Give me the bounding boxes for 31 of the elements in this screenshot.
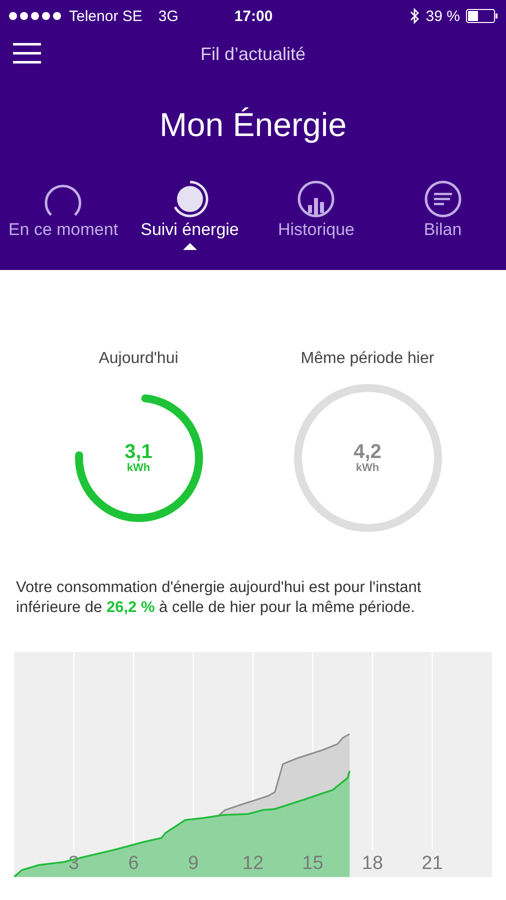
open-ring-icon: [44, 184, 82, 218]
tab[interactable]: En ce moment: [0, 180, 126, 250]
tab[interactable]: Suivi énergie: [126, 180, 253, 250]
nav-title[interactable]: Fil d’actualité: [200, 44, 306, 64]
axis-label: 18: [362, 853, 384, 876]
tab[interactable]: Historique: [253, 180, 380, 250]
bar-chart-icon: [297, 180, 336, 218]
bluetooth-icon: [410, 8, 420, 24]
tab[interactable]: Bilan: [380, 180, 506, 250]
network-type: 3G: [158, 8, 178, 24]
axis-label: 9: [188, 853, 199, 876]
axis-label: 21: [422, 853, 443, 876]
signal-icon: [9, 12, 63, 20]
gauge-unit: kWh: [356, 462, 380, 474]
gauge-unit: kWh: [126, 462, 150, 474]
battery-percent: 39 %: [426, 8, 460, 24]
gauge-value: 3,1: [124, 442, 152, 462]
gauge-value: 4,2: [354, 442, 382, 462]
summary-text: Votre consommation d'énergie aujourd'hui est pour l'instant inférieure de 26,2 % à celle de hier pour la même période.: [16, 578, 422, 618]
carrier-name: Telenor SE: [69, 8, 142, 24]
battery-icon: [466, 9, 498, 23]
tab-pointer-icon: [182, 243, 197, 250]
menu-icon[interactable]: [13, 42, 41, 64]
axis-label: 12: [242, 853, 264, 876]
lines-icon: [424, 180, 462, 218]
axis-label: 15: [302, 853, 324, 876]
page-title: Mon Énergie: [158, 106, 348, 144]
status-time: 17:00: [234, 8, 273, 24]
gauge-label: Même période hier: [300, 350, 434, 368]
axis-label: 6: [128, 853, 139, 876]
gauge-label: Aujourd'hui: [98, 350, 178, 368]
